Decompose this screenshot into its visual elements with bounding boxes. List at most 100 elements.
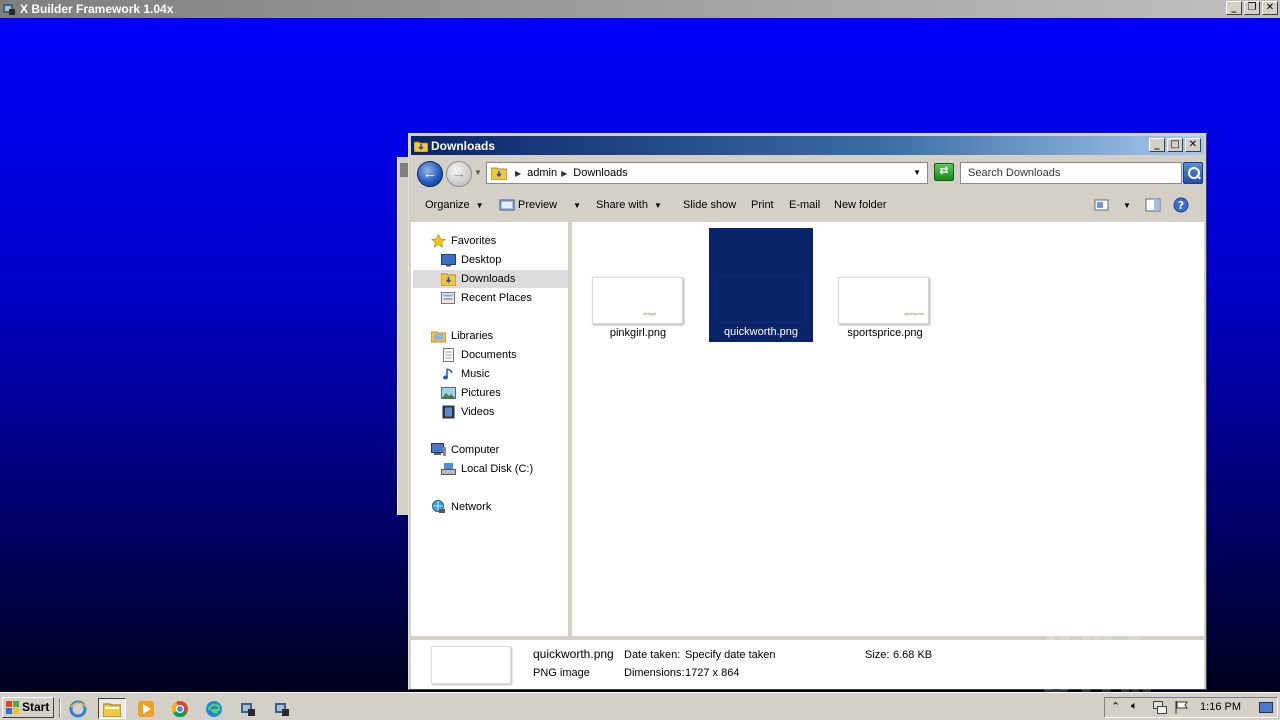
new-folder-button[interactable]: New folder	[834, 199, 887, 211]
organize-button[interactable]: Organize ▼	[425, 199, 484, 211]
show-desktop-icon[interactable]	[1259, 702, 1273, 713]
chrome-icon[interactable]	[166, 698, 194, 719]
explorer-taskbar-icon[interactable]	[98, 698, 126, 719]
file-item-sportsprice[interactable]: sportsprice sportsprice.png	[833, 229, 937, 343]
file-item-quickworth[interactable]: quickworth.png	[709, 228, 813, 342]
size-value: 6.68 KB	[893, 649, 933, 661]
music-icon	[441, 367, 456, 381]
nav-recent-places[interactable]: Recent Places	[441, 289, 532, 307]
internet-explorer-icon[interactable]	[64, 698, 92, 719]
app-close-button[interactable]: ✕	[1262, 1, 1278, 15]
desktop-icon	[441, 253, 456, 267]
dimensions-label: Dimensions:	[624, 667, 685, 679]
minimize-button[interactable]: _	[1149, 138, 1165, 152]
file-list-pane[interactable]: pinkgirl pinkgirl.png quickworth.png spo…	[572, 222, 1204, 636]
maximize-button[interactable]: □	[1167, 138, 1183, 152]
nav-favorites[interactable]: Favorites	[431, 232, 496, 250]
file-item-pinkgirl[interactable]: pinkgirl pinkgirl.png	[586, 229, 690, 343]
nav-computer[interactable]: Computer	[431, 441, 499, 459]
preview-icon	[499, 198, 515, 215]
help-icon[interactable]: ?	[1173, 197, 1189, 216]
taskbar: Start ⌃ 🔈︎ 1:16 PM	[0, 692, 1280, 720]
view-dropdown-icon[interactable]: ▼	[1123, 199, 1131, 211]
view-options-icon[interactable]	[1094, 198, 1110, 215]
breadcrumb-admin[interactable]: admin	[527, 167, 557, 179]
network-tray-icon[interactable]	[1153, 701, 1167, 717]
app-restore-button[interactable]: ❐	[1244, 1, 1260, 15]
star-icon	[431, 233, 446, 248]
computer-icon	[431, 443, 446, 457]
details-thumbnail	[431, 646, 511, 684]
explorer-title-bar[interactable]: Downloads _ □ ✕	[411, 136, 1204, 155]
print-button[interactable]: Print	[751, 199, 774, 211]
address-bar[interactable]: ▶ admin ▶ Downloads ▼	[486, 162, 928, 184]
preview-pane-icon[interactable]	[1145, 198, 1161, 215]
app-icon	[1, 1, 17, 17]
file-name: sportsprice.png	[847, 327, 923, 339]
file-thumbnail: sportsprice	[838, 277, 929, 324]
show-hidden-icons-icon[interactable]: ⌃	[1111, 700, 1120, 713]
nav-local-disk[interactable]: Local Disk (C:)	[441, 460, 533, 478]
volume-icon[interactable]: 🔈︎	[1131, 700, 1138, 713]
nav-network[interactable]: Network	[431, 498, 491, 516]
documents-icon	[441, 348, 456, 362]
recent-pages-dropdown-icon[interactable]: ▼	[474, 168, 482, 177]
media-player-icon[interactable]	[132, 698, 160, 719]
network-icon	[431, 500, 446, 514]
downloads-icon	[440, 272, 457, 287]
share-with-button[interactable]: Share with ▼	[596, 199, 662, 211]
back-button[interactable]: ←	[417, 161, 443, 187]
nav-pictures[interactable]: Pictures	[441, 384, 501, 402]
search-icon[interactable]	[1183, 162, 1203, 184]
address-dropdown-icon[interactable]: ▼	[913, 168, 921, 177]
videos-icon	[441, 405, 456, 419]
pictures-icon	[441, 386, 456, 400]
email-button[interactable]: E-mail	[789, 199, 820, 211]
command-toolbar: Organize ▼ Preview ▼ Share with ▼ Slide sho…	[411, 191, 1204, 219]
forward-button[interactable]: →	[446, 161, 472, 187]
refresh-button[interactable]: ⇄	[934, 163, 954, 181]
breadcrumb-separator-icon[interactable]: ▶	[561, 169, 567, 178]
downloads-folder-icon	[490, 166, 508, 181]
windows-flag-icon	[6, 701, 19, 714]
explorer-window: Downloads _ □ ✕ ← → ▼ ▶ admin ▶ Download…	[408, 133, 1207, 690]
preview-button[interactable]: Preview ▼	[518, 199, 581, 211]
nav-music[interactable]: Music	[441, 365, 490, 383]
start-button[interactable]: Start	[2, 697, 54, 718]
clock[interactable]: 1:16 PM	[1200, 701, 1241, 713]
file-name: quickworth.png	[724, 326, 798, 338]
address-row: ← → ▼ ▶ admin ▶ Downloads ▼ ⇄ Search Dow…	[411, 157, 1204, 187]
nav-documents[interactable]: Documents	[441, 346, 517, 364]
nav-videos[interactable]: Videos	[441, 403, 494, 421]
search-input[interactable]: Search Downloads	[960, 162, 1182, 184]
navigation-pane: Favorites Desktop Downloads Recent Place…	[411, 222, 570, 636]
app-title: X Builder Framework 1.04x	[20, 2, 174, 16]
date-taken-value[interactable]: Specify date taken	[685, 649, 776, 661]
file-thumbnail: pinkgirl	[592, 277, 683, 324]
date-taken-label: Date taken:	[624, 649, 681, 661]
explorer-title: Downloads	[431, 138, 496, 153]
recent-places-icon	[441, 291, 456, 305]
svg-text:?: ?	[1178, 199, 1184, 212]
nav-libraries[interactable]: Libraries	[430, 327, 493, 345]
details-file-name: quickworth.png	[533, 647, 614, 661]
breadcrumb-separator-icon[interactable]: ▶	[515, 169, 521, 178]
dimensions-value: 1727 x 864	[685, 667, 740, 679]
edge-icon[interactable]	[200, 698, 228, 719]
file-thumbnail	[715, 276, 806, 323]
breadcrumb-downloads[interactable]: Downloads	[573, 167, 627, 179]
disk-icon	[441, 462, 456, 476]
app-minimize-button[interactable]: _	[1226, 1, 1242, 15]
slide-show-button[interactable]: Slide show	[683, 199, 736, 211]
xbuilder-taskbar-icon[interactable]	[234, 698, 262, 719]
folder-icon	[413, 140, 429, 152]
app-title-bar: X Builder Framework 1.04x _ ❐ ✕	[0, 0, 1280, 18]
nav-desktop[interactable]: Desktop	[441, 251, 501, 269]
close-button[interactable]: ✕	[1185, 138, 1201, 152]
nav-downloads[interactable]: Downloads	[413, 270, 568, 288]
xbuilder-taskbar-icon-2[interactable]	[268, 698, 296, 719]
file-name: pinkgirl.png	[609, 327, 667, 339]
libraries-icon	[430, 329, 447, 343]
action-center-flag-icon[interactable]	[1175, 701, 1189, 717]
system-tray: ⌃ 🔈︎ 1:16 PM	[1104, 697, 1278, 718]
